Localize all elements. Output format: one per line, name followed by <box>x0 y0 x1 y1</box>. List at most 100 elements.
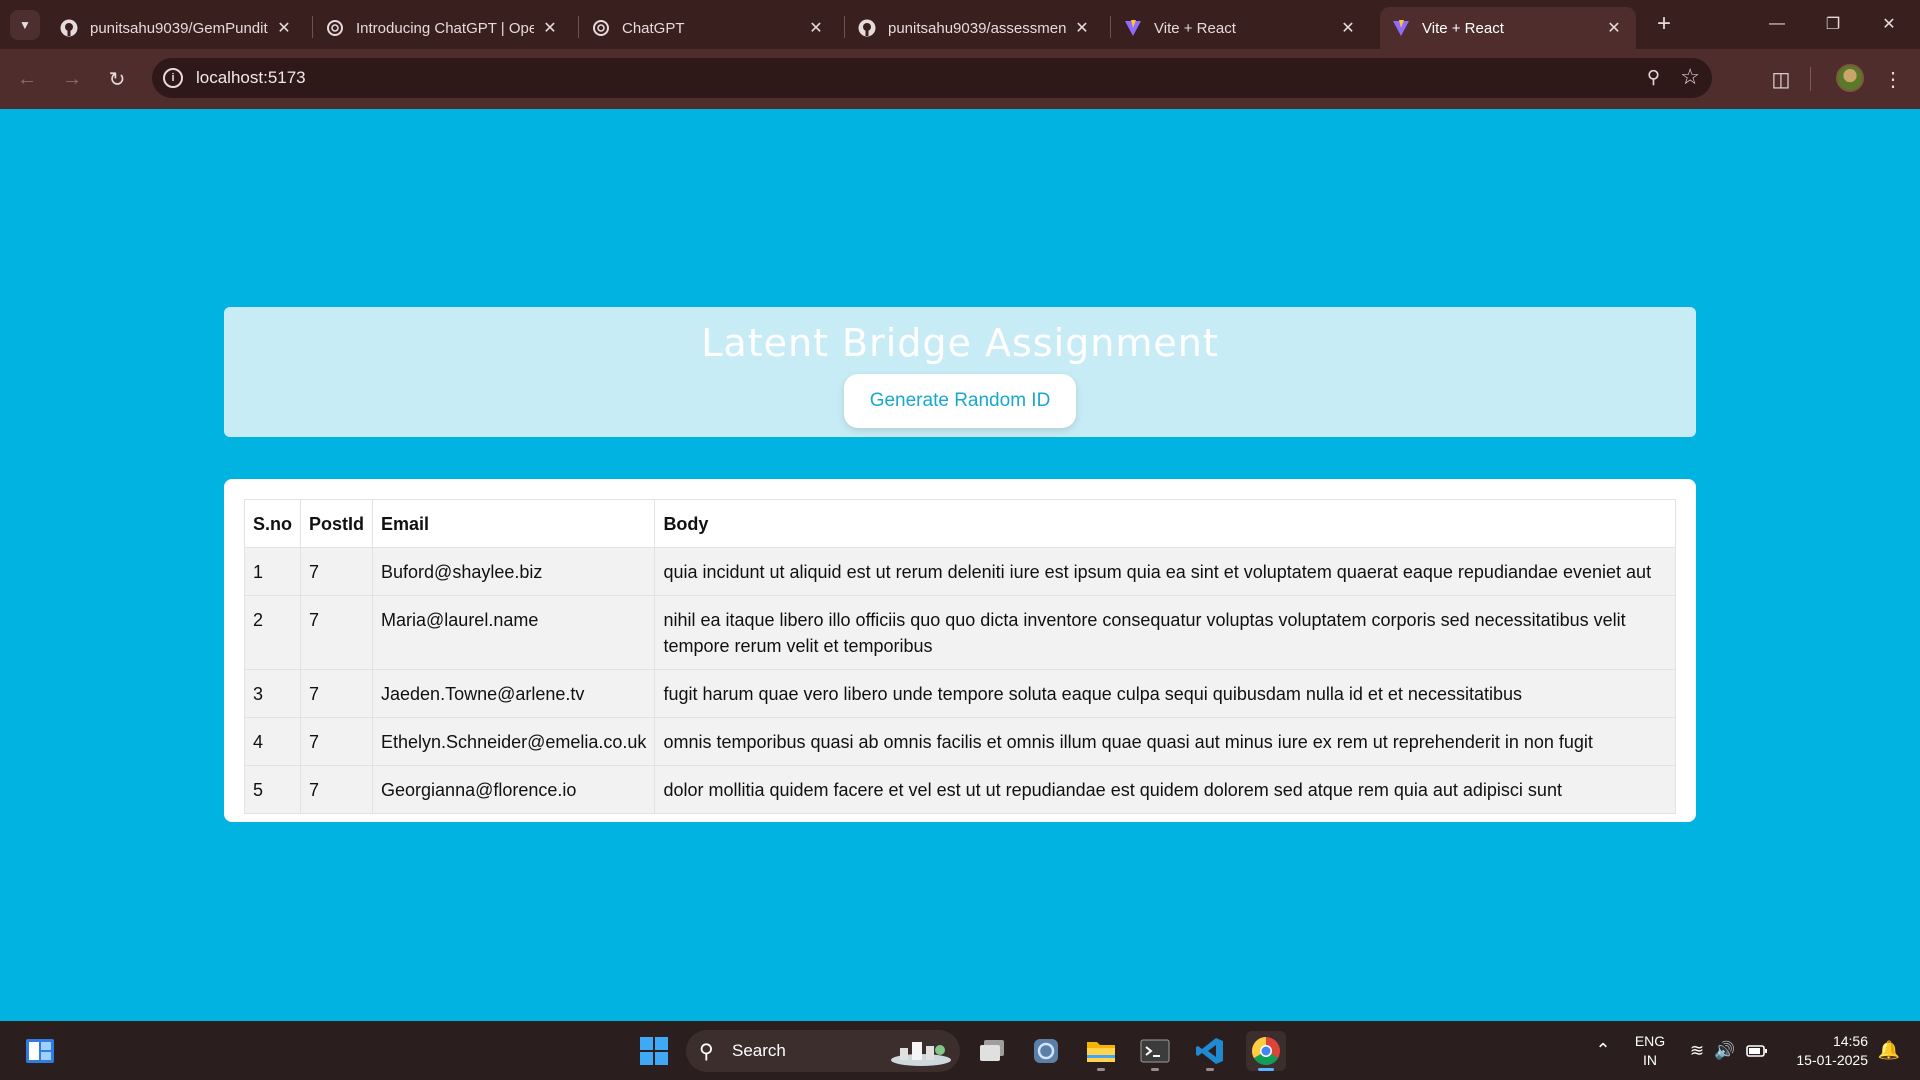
zoom-icon[interactable]: ⚲ <box>1647 67 1660 88</box>
terminal-icon <box>1140 1039 1170 1063</box>
chrome-button[interactable] <box>1246 1031 1286 1071</box>
vscode-icon <box>1196 1038 1223 1064</box>
cell-email: Buford@shaylee.biz <box>372 547 656 596</box>
running-indicator <box>1097 1068 1105 1071</box>
close-window-button[interactable]: ✕ <box>1866 6 1912 42</box>
file-explorer-button[interactable] <box>1081 1031 1121 1071</box>
widgets-button[interactable] <box>20 1031 60 1071</box>
browser-tab-strip: ▼ punitsahu9039/GemPundit ✕ Introducing … <box>0 0 1920 49</box>
vite-icon <box>1392 19 1410 37</box>
tab-title: Vite + React <box>1422 19 1504 37</box>
comments-table-card: S.no PostId Email Body 1 7 Buford@shayle… <box>224 479 1696 822</box>
address-bar[interactable]: i localhost:5173 ⚲ ☆ <box>152 58 1712 98</box>
taskbar-search[interactable]: ⚲ Search <box>686 1030 960 1072</box>
browser-tab[interactable]: ChatGPT ✕ <box>580 7 838 49</box>
tab-close-icon[interactable]: ✕ <box>1338 18 1358 38</box>
cell-body: fugit harum quae vero libero unde tempor… <box>654 669 1676 718</box>
cell-postid: 7 <box>299 547 374 596</box>
table-row: 2 7 Maria@laurel.name nihil ea itaque li… <box>244 595 1676 670</box>
notifications-icon[interactable]: 🔔 <box>1874 1021 1904 1080</box>
folder-icon <box>1087 1042 1115 1062</box>
tab-close-icon[interactable]: ✕ <box>1604 18 1624 38</box>
tab-close-icon[interactable]: ✕ <box>274 18 294 38</box>
vscode-button[interactable] <box>1190 1031 1230 1071</box>
browser-tab[interactable]: punitsahu9039/assessment ✕ <box>846 7 1104 49</box>
cell-email: Georgianna@florence.io <box>372 765 656 814</box>
cell-sno: 3 <box>244 669 301 718</box>
forward-button[interactable]: → <box>57 64 87 94</box>
plus-icon: + <box>1656 10 1671 37</box>
wifi-icon[interactable]: ≋ <box>1684 1021 1710 1080</box>
url-text[interactable]: localhost:5173 <box>196 68 306 88</box>
show-hidden-icons-button[interactable]: ⌃ <box>1588 1021 1618 1080</box>
table-row: 3 7 Jaeden.Towne@arlene.tv fugit harum q… <box>244 669 1676 718</box>
clock-time: 14:56 <box>1832 1032 1868 1049</box>
tab-search-button[interactable]: ▼ <box>10 10 40 40</box>
browser-menu-button[interactable]: ⋮ <box>1878 64 1908 94</box>
extensions-button[interactable]: ◫ <box>1766 64 1796 94</box>
task-view-icon <box>980 1040 1004 1061</box>
tab-close-icon[interactable]: ✕ <box>1072 18 1092 38</box>
browser-tab[interactable]: Vite + React ✕ <box>1112 7 1370 49</box>
task-view-button[interactable] <box>972 1031 1012 1071</box>
tab-title: ChatGPT <box>622 19 685 37</box>
cell-sno: 5 <box>244 765 301 814</box>
table-header-row: S.no PostId Email Body <box>244 499 1676 548</box>
close-icon: ✕ <box>1882 16 1896 33</box>
column-header-email: Email <box>372 499 656 548</box>
minimize-icon: — <box>1769 15 1785 32</box>
widgets-icon <box>26 1039 54 1063</box>
profile-avatar[interactable] <box>1836 64 1864 92</box>
browser-tab[interactable]: Introducing ChatGPT | OpenAI ✕ <box>314 7 572 49</box>
terminal-button[interactable] <box>1135 1031 1175 1071</box>
cell-postid: 7 <box>299 765 374 814</box>
browser-tab-active[interactable]: Vite + React ✕ <box>1380 7 1636 49</box>
running-indicator <box>1206 1068 1214 1071</box>
tab-close-icon[interactable]: ✕ <box>806 18 826 38</box>
tab-title: punitsahu9039/assessment <box>888 19 1066 37</box>
copilot-icon <box>1034 1039 1058 1063</box>
windows-taskbar: ⚲ Search ⌃ ENG IN ≋ 🔊 14:56 15-01-2025 🔔 <box>0 1021 1920 1080</box>
volume-icon[interactable]: 🔊 <box>1712 1021 1738 1080</box>
restore-icon: ❐ <box>1825 16 1841 33</box>
column-header-postid: PostId <box>299 499 374 548</box>
github-icon <box>60 19 78 37</box>
taskbar-search-label: Search <box>732 1041 786 1060</box>
more-vertical-icon: ⋮ <box>1883 68 1903 91</box>
new-tab-button[interactable]: + <box>1650 10 1678 38</box>
column-header-body: Body <box>654 499 1676 548</box>
cell-sno: 2 <box>244 595 301 670</box>
tab-close-icon[interactable]: ✕ <box>540 18 560 38</box>
arrow-right-icon: → <box>62 67 82 90</box>
site-info-icon[interactable]: i <box>163 68 183 88</box>
cell-body: omnis temporibus quasi ab omnis facilis … <box>654 717 1676 766</box>
browser-tab[interactable]: punitsahu9039/GemPundit ✕ <box>48 7 306 49</box>
search-highlight-icon <box>891 1042 951 1066</box>
table-row: 1 7 Buford@shaylee.biz quia incidunt ut … <box>244 547 1676 596</box>
language-region: IN <box>1643 1051 1657 1068</box>
cell-sno: 4 <box>244 717 301 766</box>
puzzle-icon: ◫ <box>1771 68 1791 91</box>
tab-title: Introducing ChatGPT | OpenAI <box>356 19 534 37</box>
copilot-button[interactable] <box>1026 1031 1066 1071</box>
generate-random-id-button[interactable]: Generate Random ID <box>844 374 1076 428</box>
cell-postid: 7 <box>299 717 374 766</box>
comments-table: S.no PostId Email Body 1 7 Buford@shayle… <box>244 499 1676 814</box>
restore-button[interactable]: ❐ <box>1810 6 1856 42</box>
system-clock[interactable]: 14:56 15-01-2025 <box>1784 1021 1868 1080</box>
battery-icon[interactable] <box>1744 1021 1770 1080</box>
start-button[interactable] <box>634 1031 674 1071</box>
reload-button[interactable]: ↻ <box>102 64 132 94</box>
language-indicator[interactable]: ENG IN <box>1630 1021 1670 1080</box>
tab-separator <box>312 16 313 38</box>
minimize-button[interactable]: — <box>1754 6 1800 42</box>
language-code: ENG <box>1634 1032 1666 1049</box>
header-card: Latent Bridge Assignment Generate Random… <box>224 307 1696 437</box>
reload-icon: ↻ <box>108 68 126 91</box>
cell-email: Jaeden.Towne@arlene.tv <box>372 669 656 718</box>
bookmark-star-icon[interactable]: ☆ <box>1680 64 1700 90</box>
tab-title: punitsahu9039/GemPundit <box>90 19 268 37</box>
back-button[interactable]: ← <box>12 64 42 94</box>
running-indicator <box>1151 1068 1159 1071</box>
cell-sno: 1 <box>244 547 301 596</box>
